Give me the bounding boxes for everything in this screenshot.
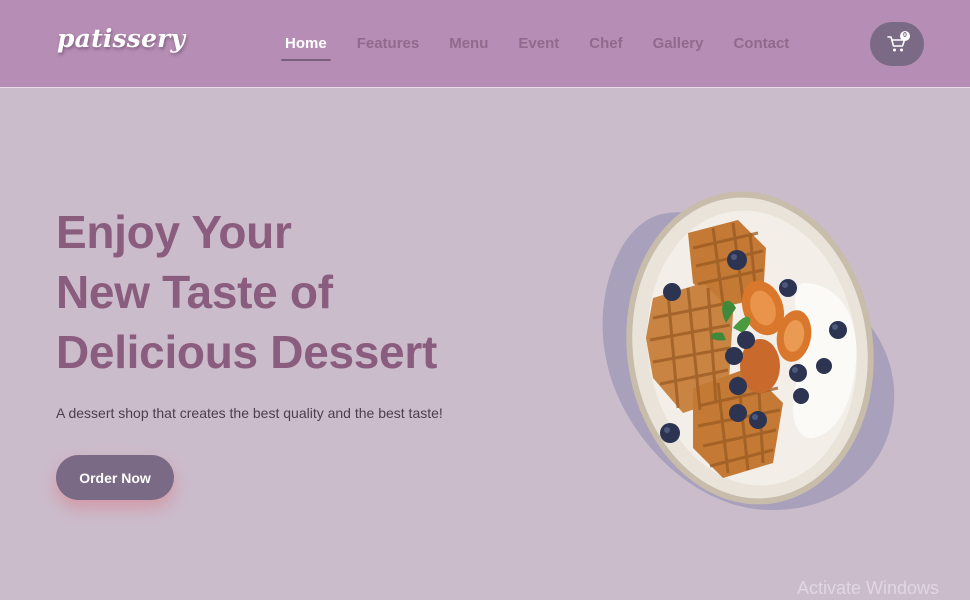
hero-title: Enjoy Your New Taste of Delicious Desser… [56, 202, 437, 382]
main-nav: Home Features Menu Event Chef Gallery Co… [281, 35, 817, 61]
dessert-image [602, 191, 895, 511]
cart-count-badge: 0 [900, 31, 910, 41]
nav-menu[interactable]: Menu [447, 35, 490, 52]
order-now-button[interactable]: Order Now [56, 455, 174, 500]
activate-windows-watermark: Activate Windows [797, 578, 940, 598]
hero-title-line: Delicious Dessert [56, 326, 437, 378]
hero-title-line: Enjoy Your [56, 206, 292, 258]
nav-home[interactable]: Home [281, 35, 331, 61]
nav-chef[interactable]: Chef [587, 35, 624, 52]
nav-gallery[interactable]: Gallery [651, 35, 706, 52]
site-header: patissery Home Features Menu Event Chef … [0, 0, 970, 88]
nav-event[interactable]: Event [516, 35, 561, 52]
cart-button[interactable]: 0 [870, 22, 924, 66]
nav-features[interactable]: Features [355, 35, 422, 52]
hero-title-line: New Taste of [56, 266, 333, 318]
hero-subtitle: A dessert shop that creates the best qua… [56, 405, 443, 421]
logo[interactable]: patissery [57, 24, 185, 53]
nav-contact[interactable]: Contact [731, 35, 791, 52]
